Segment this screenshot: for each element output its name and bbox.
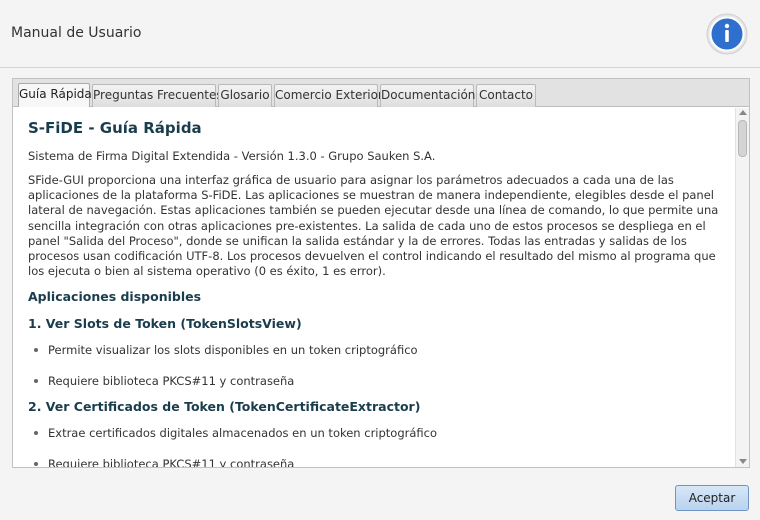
app-title: 2. Ver Certificados de Token (TokenCerti… [28,399,421,415]
list-item: Permite visualizar los slots disponibles… [28,343,735,357]
scroll-up-icon[interactable] [739,110,747,115]
app-feature-list: Permite visualizar los slots disponibles… [28,343,735,388]
tab-bar: Guía Rápida Preguntas Frecuentes Glosari… [13,79,749,107]
help-content[interactable]: S-FiDE - Guía Rápida Sistema de Firma Di… [13,108,735,467]
list-item-text: Permite visualizar los slots disponibles… [48,343,418,358]
tab-documentacion[interactable]: Documentación [380,84,475,107]
bullet-icon [34,379,38,384]
tab-guia-rapida[interactable]: Guía Rápida [18,83,92,107]
header-bar: Manual de Usuario [0,0,760,68]
app-title: 1. Ver Slots de Token (TokenSlotsView) [28,316,302,332]
accept-button[interactable]: Aceptar [675,485,749,511]
tab-glosario[interactable]: Glosario [218,84,272,107]
scrollbar-thumb[interactable] [738,120,747,157]
list-item-text: Extrae certificados digitales almacenado… [48,426,438,441]
bullet-icon [34,348,38,353]
list-item: Extrae certificados digitales almacenado… [28,426,735,440]
intro-paragraph: SFide-GUI proporciona una interfaz gráfi… [28,173,719,279]
bullet-icon [34,462,38,467]
scroll-down-icon[interactable] [739,459,747,464]
bullet-icon [34,431,38,436]
window-title: Manual de Usuario [11,25,142,41]
list-item-text: Requiere biblioteca PKCS#11 y contraseña [48,457,295,467]
doc-title: S-FiDE - Guía Rápida [28,119,202,137]
list-item-text: Requiere biblioteca PKCS#11 y contraseña [48,374,295,389]
tab-pane: Guía Rápida Preguntas Frecuentes Glosari… [12,78,750,468]
tab-comercio-exterior[interactable]: Comercio Exterior [274,84,383,107]
list-item: Requiere biblioteca PKCS#11 y contraseña [28,457,735,467]
doc-subtitle: Sistema de Firma Digital Extendida - Ver… [28,149,436,163]
list-item: Requiere biblioteca PKCS#11 y contraseña [28,374,735,388]
info-icon[interactable] [706,13,748,55]
tab-preguntas-frecuentes[interactable]: Preguntas Frecuentes [92,84,223,107]
tab-contacto[interactable]: Contacto [476,84,536,107]
app-feature-list: Extrae certificados digitales almacenado… [28,426,735,467]
section-title: Aplicaciones disponibles [28,289,202,305]
vertical-scrollbar[interactable] [735,108,749,467]
